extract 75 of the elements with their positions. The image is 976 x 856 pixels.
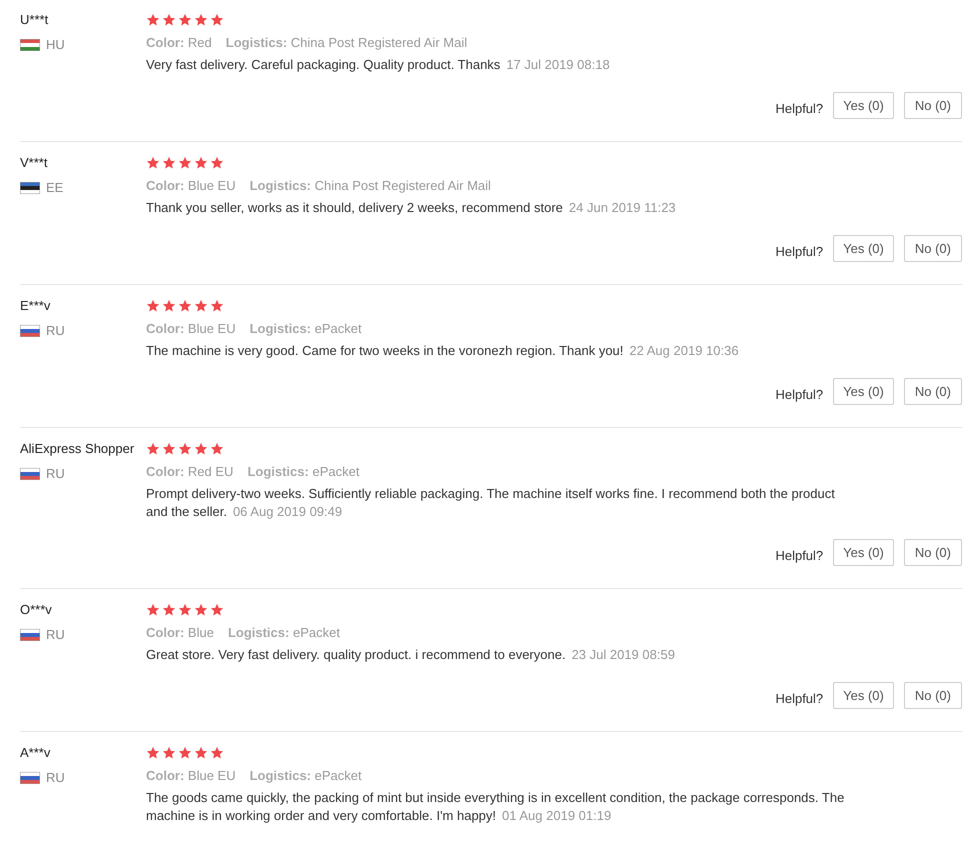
star-icon [162, 442, 176, 456]
yes-button[interactable]: Yes (0) [833, 682, 894, 709]
star-icon [194, 603, 208, 617]
color-attribute: Color: Red [146, 34, 212, 52]
no-button[interactable]: No (0) [904, 92, 962, 119]
reviewer-name: E***v [20, 297, 52, 315]
star-icon [162, 603, 176, 617]
logistics-attribute: Logistics: ePacket [247, 463, 360, 481]
yes-button[interactable]: Yes (0) [833, 539, 894, 566]
star-icon [210, 299, 224, 313]
star-icon [146, 156, 160, 170]
review-text: The machine is very good. Came for two weeks in the voronezh region. Thank you! 22 Aug 2019 10:36 [146, 342, 740, 360]
no-button[interactable]: No (0) [904, 378, 962, 405]
star-icon [146, 442, 160, 456]
star-icon [210, 603, 224, 617]
reviewer-name: AliExpress Shopper [20, 440, 136, 458]
no-button[interactable]: No (0) [904, 539, 962, 566]
review-text: The goods came quickly, the packing of mint but inside everything is in excellent condition, the package corresponds. The machine is in working order and very comfortable. I'm happy! 01 Aug 2019 01:19 [146, 789, 846, 825]
country-code: RU [46, 626, 65, 644]
reviewer-name: O***v [20, 601, 53, 619]
star-icon [210, 156, 224, 170]
reviewer-name: V***t [20, 154, 48, 172]
color-attribute: Color: Red EU [146, 463, 234, 481]
star-icon [146, 13, 160, 27]
star-icon [178, 603, 192, 617]
logistics-attribute: Logistics: China Post Registered Air Mail [226, 34, 468, 52]
star-icon [210, 746, 224, 760]
star-icon [178, 746, 192, 760]
star-icon [194, 156, 208, 170]
yes-button[interactable]: Yes (0) [833, 235, 894, 262]
star-icon [146, 603, 160, 617]
star-icon [194, 442, 208, 456]
reviewer-name: A***v [20, 744, 52, 762]
country-code: HU [46, 36, 65, 54]
star-icon [194, 299, 208, 313]
helpful-label: Helpful? [775, 242, 824, 261]
helpful-label: Helpful? [775, 546, 824, 565]
country-code: RU [46, 322, 65, 340]
star-icon [178, 299, 192, 313]
star-icon [146, 299, 160, 313]
color-attribute: Color: Blue EU [146, 767, 236, 785]
reviewer-name: U***t [20, 11, 50, 29]
color-attribute: Color: Blue EU [146, 177, 236, 195]
star-icon [178, 442, 192, 456]
color-attribute: Color: Blue [146, 624, 214, 642]
logistics-attribute: Logistics: ePacket [228, 624, 340, 642]
no-button[interactable]: No (0) [904, 235, 962, 262]
star-icon [162, 156, 176, 170]
helpful-label: Helpful? [775, 386, 824, 404]
star-icon [194, 746, 208, 760]
logistics-attribute: Logistics: ePacket [250, 767, 362, 785]
star-icon [162, 746, 176, 760]
country-code: RU [46, 465, 65, 483]
country-code: EE [46, 179, 64, 197]
star-icon [162, 299, 176, 313]
star-icon [210, 442, 224, 456]
country-code: RU [46, 769, 65, 787]
star-icon [146, 746, 160, 760]
star-icon [210, 13, 224, 27]
helpful-label: Helpful? [775, 690, 824, 708]
star-icon [162, 13, 176, 27]
review-text: Prompt delivery-two weeks. Sufficiently reliable packaging. The machine itself works fine. I recommend both the product and the seller. 06 Aug 2019 09:49 [146, 485, 836, 521]
helpful-label: Helpful? [775, 100, 824, 118]
no-button[interactable]: No (0) [904, 682, 962, 709]
review-text: Great store. Very fast delivery. quality product. i recommend to everyone. 23 Jul 2019 08:59 [146, 646, 676, 664]
review-text: Thank you seller, works as it should, delivery 2 weeks, recommend store 24 Jun 2019 11:23 [146, 199, 677, 217]
yes-button[interactable]: Yes (0) [833, 378, 894, 405]
logistics-attribute: Logistics: ePacket [250, 320, 362, 338]
review-text: Very fast delivery. Careful packaging. Quality product. Thanks 17 Jul 2019 08:18 [146, 56, 611, 74]
star-icon [194, 13, 208, 27]
color-attribute: Color: Blue EU [146, 320, 236, 338]
star-icon [178, 13, 192, 27]
logistics-attribute: Logistics: China Post Registered Air Mail [250, 177, 491, 195]
star-icon [178, 156, 192, 170]
yes-button[interactable]: Yes (0) [833, 92, 894, 119]
